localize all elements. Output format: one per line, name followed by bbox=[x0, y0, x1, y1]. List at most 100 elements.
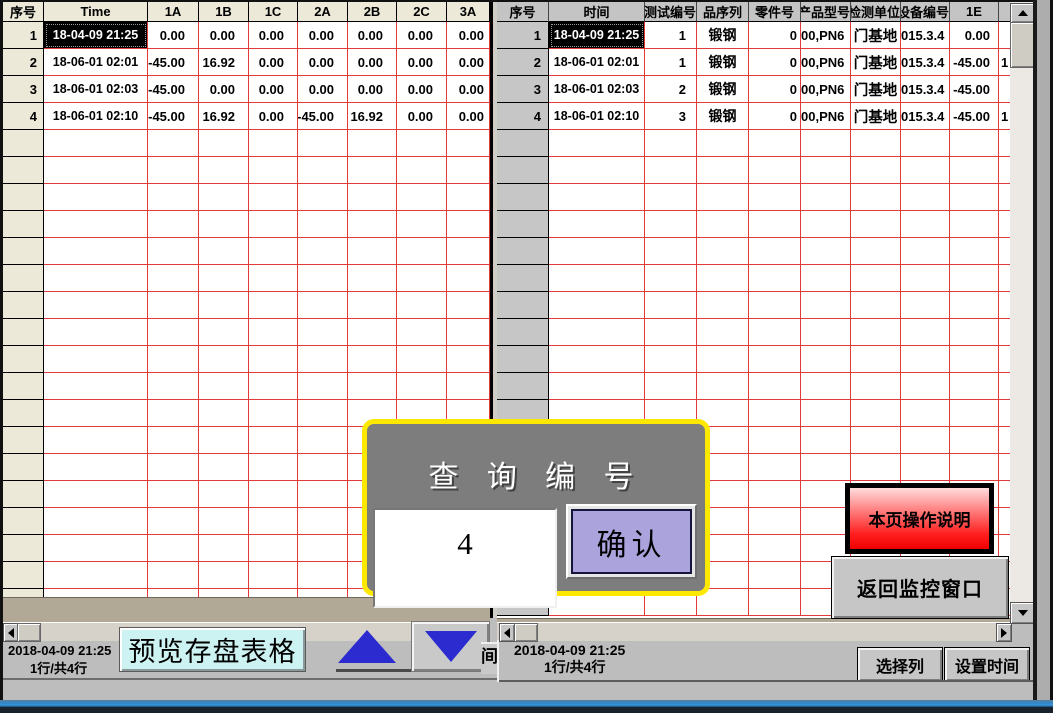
value-cell[interactable] bbox=[801, 292, 851, 319]
row-header-cell[interactable] bbox=[497, 319, 549, 346]
value-cell[interactable] bbox=[298, 184, 348, 211]
value-cell[interactable]: 门基地 bbox=[851, 76, 901, 103]
value-cell[interactable]: 0.00 bbox=[348, 22, 397, 49]
value-cell[interactable] bbox=[298, 400, 348, 427]
value-cell[interactable] bbox=[199, 319, 249, 346]
value-cell[interactable] bbox=[199, 265, 249, 292]
value-cell[interactable] bbox=[298, 319, 348, 346]
value-cell[interactable] bbox=[397, 211, 447, 238]
value-cell[interactable] bbox=[697, 319, 749, 346]
value-cell[interactable]: -45.00 bbox=[950, 49, 999, 76]
row-header-cell[interactable]: 4 bbox=[497, 103, 549, 130]
value-cell[interactable] bbox=[298, 373, 348, 400]
value-cell[interactable] bbox=[249, 400, 298, 427]
value-cell[interactable]: 0.00 bbox=[249, 76, 298, 103]
value-cell[interactable] bbox=[249, 589, 298, 597]
value-cell[interactable] bbox=[447, 319, 490, 346]
scroll-right-button[interactable] bbox=[996, 623, 1012, 642]
value-cell[interactable] bbox=[298, 535, 348, 562]
time-cell[interactable] bbox=[44, 535, 148, 562]
value-cell[interactable] bbox=[348, 346, 397, 373]
value-cell[interactable] bbox=[199, 508, 249, 535]
time-cell[interactable] bbox=[549, 265, 645, 292]
value-cell[interactable] bbox=[148, 373, 199, 400]
value-cell[interactable] bbox=[397, 157, 447, 184]
row-header-cell[interactable] bbox=[497, 211, 549, 238]
page-up-arrow-button[interactable] bbox=[338, 630, 396, 663]
value-cell[interactable]: 0.00 bbox=[298, 22, 348, 49]
value-cell[interactable] bbox=[999, 346, 1010, 373]
right-grid-horizontal-scrollbar[interactable] bbox=[497, 622, 1010, 641]
value-cell[interactable] bbox=[999, 157, 1010, 184]
value-cell[interactable] bbox=[249, 373, 298, 400]
value-cell[interactable] bbox=[148, 211, 199, 238]
time-cell[interactable]: 18-04-09 21:25 bbox=[44, 22, 148, 49]
value-cell[interactable] bbox=[901, 292, 950, 319]
value-cell[interactable] bbox=[645, 346, 697, 373]
value-cell[interactable] bbox=[901, 319, 950, 346]
value-cell[interactable]: 00,PN6 bbox=[801, 49, 851, 76]
scroll-left-button[interactable] bbox=[499, 623, 515, 642]
value-cell[interactable]: 0.00 bbox=[397, 22, 447, 49]
value-cell[interactable] bbox=[199, 130, 249, 157]
value-cell[interactable] bbox=[999, 130, 1010, 157]
time-cell[interactable]: 18-06-01 02:03 bbox=[44, 76, 148, 103]
value-cell[interactable] bbox=[697, 130, 749, 157]
value-cell[interactable] bbox=[148, 346, 199, 373]
time-cell[interactable] bbox=[44, 211, 148, 238]
value-cell[interactable] bbox=[697, 346, 749, 373]
value-cell[interactable] bbox=[901, 265, 950, 292]
row-header-cell[interactable] bbox=[3, 589, 44, 597]
value-cell[interactable] bbox=[901, 211, 950, 238]
value-cell[interactable] bbox=[447, 265, 490, 292]
value-cell[interactable] bbox=[249, 238, 298, 265]
row-header-cell[interactable] bbox=[497, 346, 549, 373]
value-cell[interactable] bbox=[950, 373, 999, 400]
value-cell[interactable] bbox=[645, 265, 697, 292]
value-cell[interactable] bbox=[801, 265, 851, 292]
value-cell[interactable] bbox=[447, 292, 490, 319]
value-cell[interactable]: 015.3.4 bbox=[901, 22, 950, 49]
time-cell[interactable] bbox=[44, 454, 148, 481]
value-cell[interactable] bbox=[148, 589, 199, 597]
time-cell[interactable] bbox=[44, 427, 148, 454]
time-cell[interactable] bbox=[44, 508, 148, 535]
value-cell[interactable] bbox=[901, 157, 950, 184]
right-grid-vertical-scrollbar[interactable] bbox=[1010, 2, 1033, 622]
value-cell[interactable] bbox=[447, 211, 490, 238]
back-to-monitor-button[interactable]: 返回监控窗口 bbox=[831, 556, 1009, 619]
value-cell[interactable] bbox=[851, 373, 901, 400]
value-cell[interactable] bbox=[950, 400, 999, 427]
value-cell[interactable]: 门基地 bbox=[851, 22, 901, 49]
row-header-cell[interactable] bbox=[3, 346, 44, 373]
time-cell[interactable] bbox=[44, 292, 148, 319]
value-cell[interactable] bbox=[901, 184, 950, 211]
time-cell[interactable] bbox=[549, 211, 645, 238]
time-cell[interactable]: 18-06-01 02:03 bbox=[549, 76, 645, 103]
value-cell[interactable] bbox=[148, 130, 199, 157]
value-cell[interactable] bbox=[749, 292, 801, 319]
value-cell[interactable]: 0.00 bbox=[397, 76, 447, 103]
row-header-cell[interactable]: 3 bbox=[497, 76, 549, 103]
value-cell[interactable] bbox=[950, 238, 999, 265]
value-cell[interactable]: 0 bbox=[749, 76, 801, 103]
value-cell[interactable] bbox=[249, 535, 298, 562]
value-cell[interactable]: 015.3.4 bbox=[901, 76, 950, 103]
value-cell[interactable] bbox=[348, 265, 397, 292]
value-cell[interactable] bbox=[901, 400, 950, 427]
value-cell[interactable] bbox=[851, 319, 901, 346]
value-cell[interactable]: 0.00 bbox=[298, 76, 348, 103]
time-cell[interactable] bbox=[44, 238, 148, 265]
value-cell[interactable] bbox=[950, 211, 999, 238]
time-cell[interactable] bbox=[44, 265, 148, 292]
row-header-cell[interactable] bbox=[3, 238, 44, 265]
row-header-cell[interactable] bbox=[497, 130, 549, 157]
value-cell[interactable] bbox=[801, 373, 851, 400]
value-cell[interactable]: -45.00 bbox=[148, 76, 199, 103]
value-cell[interactable]: 0.00 bbox=[249, 22, 298, 49]
value-cell[interactable] bbox=[249, 292, 298, 319]
value-cell[interactable] bbox=[447, 130, 490, 157]
value-cell[interactable] bbox=[249, 319, 298, 346]
value-cell[interactable] bbox=[851, 346, 901, 373]
value-cell[interactable] bbox=[199, 481, 249, 508]
